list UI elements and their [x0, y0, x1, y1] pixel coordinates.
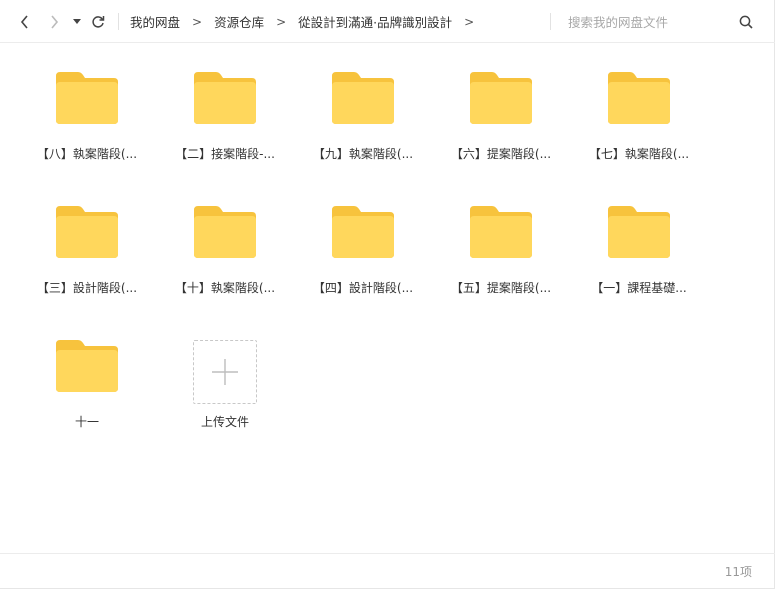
breadcrumb-item-current-folder[interactable]: 從設計到滿通·品牌識別設計 — [298, 12, 452, 31]
folder-item[interactable]: 十一 — [17, 332, 157, 452]
folder-icon — [470, 206, 532, 258]
folder-name: 【六】提案階段(... — [450, 147, 552, 161]
toolbar-divider — [118, 13, 119, 30]
breadcrumb-separator: > — [192, 14, 203, 29]
status-bar: 11项 — [0, 553, 775, 589]
folder-name: 【三】設計階段(... — [36, 281, 138, 295]
folder-icon — [470, 72, 532, 124]
folder-item[interactable]: 【一】課程基礎... — [569, 198, 709, 318]
folder-icon — [608, 206, 670, 258]
folder-name: 【十】執案階段(... — [174, 281, 276, 295]
folder-icon — [56, 72, 118, 124]
breadcrumb-separator: > — [276, 14, 287, 29]
upload-item[interactable]: 上传文件 — [155, 332, 295, 452]
folder-item[interactable]: 【二】接案階段-... — [155, 64, 295, 184]
forward-button[interactable] — [43, 11, 65, 33]
folder-icon — [608, 72, 670, 124]
folder-name: 十一 — [74, 415, 99, 429]
folder-item[interactable]: 【六】提案階段(... — [431, 64, 571, 184]
folder-icon — [332, 206, 394, 258]
breadcrumb: 我的网盘 > 资源仓库 > 從設計到滿通·品牌識別設計 > — [130, 0, 486, 43]
toolbar: 我的网盘 > 资源仓库 > 從設計到滿通·品牌識別設計 > — [0, 0, 775, 43]
folder-item[interactable]: 【八】執案階段(... — [17, 64, 157, 184]
upload-button[interactable] — [193, 340, 257, 404]
folder-name: 【五】提案階段(... — [450, 281, 552, 295]
folder-item[interactable]: 【七】執案階段(... — [569, 64, 709, 184]
folder-icon — [194, 72, 256, 124]
folder-item[interactable]: 【三】設計階段(... — [17, 198, 157, 318]
folder-icon — [56, 206, 118, 258]
file-browser-window: 我的网盘 > 资源仓库 > 從設計到滿通·品牌識別設計 > 【八】執案階段(..… — [0, 0, 775, 589]
upload-label: 上传文件 — [200, 415, 249, 429]
toolbar-divider — [550, 13, 551, 30]
folder-item[interactable]: 【十】執案階段(... — [155, 198, 295, 318]
refresh-icon — [92, 16, 105, 28]
breadcrumb-item-resource-library[interactable]: 资源仓库 — [214, 12, 264, 31]
search-input[interactable] — [568, 11, 738, 33]
folder-item[interactable]: 【四】設計階段(... — [293, 198, 433, 318]
chevron-left-icon — [20, 15, 28, 29]
folder-icon — [332, 72, 394, 124]
back-button[interactable] — [14, 11, 36, 33]
folder-name: 【二】接案階段-... — [175, 147, 275, 161]
breadcrumb-item-my-drive[interactable]: 我的网盘 — [130, 12, 180, 31]
breadcrumb-separator: > — [464, 14, 475, 29]
history-dropdown-button[interactable] — [70, 11, 84, 33]
refresh-button[interactable] — [87, 11, 109, 33]
folder-name: 【四】設計階段(... — [312, 281, 414, 295]
caret-down-icon — [73, 19, 81, 24]
folder-icon — [194, 206, 256, 258]
folder-name: 【九】執案階段(... — [312, 147, 414, 161]
folder-icon — [56, 340, 118, 392]
plus-icon — [212, 359, 238, 385]
item-count: 11项 — [724, 565, 752, 579]
search-icon — [739, 15, 753, 29]
folder-name: 【八】執案階段(... — [36, 147, 138, 161]
search-button[interactable] — [735, 11, 757, 33]
folder-name: 【七】執案階段(... — [588, 147, 690, 161]
folder-item[interactable]: 【九】執案階段(... — [293, 64, 433, 184]
chevron-right-icon — [51, 15, 59, 29]
folder-name: 【一】課程基礎... — [591, 281, 687, 295]
folder-item[interactable]: 【五】提案階段(... — [431, 198, 571, 318]
